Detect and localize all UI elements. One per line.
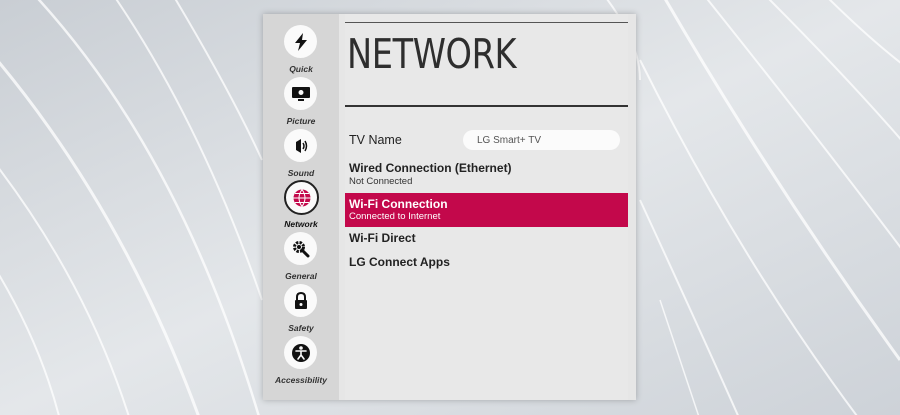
divider <box>345 105 628 107</box>
divider <box>345 22 628 23</box>
sidebar-item-safety[interactable]: Safety <box>263 284 339 336</box>
menu-item-title: LG Connect Apps <box>349 255 450 269</box>
tv-name-field[interactable] <box>463 130 620 150</box>
sidebar-item-network[interactable]: Network <box>263 180 339 232</box>
accessibility-icon <box>284 336 317 369</box>
sidebar-item-label: Picture <box>286 116 316 126</box>
sidebar-item-label: Sound <box>287 168 315 178</box>
sidebar-item-label: Quick <box>289 64 313 74</box>
sidebar-item-picture[interactable]: Picture <box>263 77 339 129</box>
tv-name-row: TV Name <box>349 128 628 152</box>
sidebar-item-label: Accessibility <box>275 375 327 385</box>
sidebar-item-accessibility[interactable]: Accessibility <box>263 336 339 388</box>
menu-item-status: Not Connected <box>349 176 413 187</box>
sound-icon <box>284 129 317 162</box>
sidebar-item-general[interactable]: General <box>263 232 339 284</box>
menu-item-status: Connected to Internet <box>349 211 441 222</box>
sidebar-item-label: Network <box>284 219 318 229</box>
settings-panel: Quick Picture Sound Network General Safe… <box>263 14 636 400</box>
tv-name-label: TV Name <box>349 133 402 147</box>
menu-item-lg-connect-apps[interactable]: LG Connect Apps <box>345 252 628 274</box>
sidebar-item-label: General <box>285 271 317 281</box>
lightning-icon <box>284 25 317 58</box>
gear-wrench-icon <box>284 232 317 265</box>
sidebar-item-label: Safety <box>288 323 314 333</box>
sidebar-item-sound[interactable]: Sound <box>263 129 339 181</box>
menu-item-title: Wi-Fi Connection <box>349 197 448 211</box>
sidebar-item-quick[interactable]: Quick <box>263 25 339 77</box>
picture-icon <box>284 77 317 110</box>
menu-item-title: Wired Connection (Ethernet) <box>349 161 512 175</box>
settings-sidebar: Quick Picture Sound Network General Safe… <box>263 14 339 400</box>
network-settings-content: NETWORK TV Name Wired Connection (Ethern… <box>345 14 628 400</box>
menu-item-title: Wi-Fi Direct <box>349 231 416 245</box>
menu-item-wifi-direct[interactable]: Wi-Fi Direct <box>345 228 628 250</box>
globe-icon <box>284 180 319 215</box>
page-title: NETWORK <box>347 30 517 78</box>
lock-icon <box>284 284 317 317</box>
menu-item-wifi-connection[interactable]: Wi-Fi Connection Connected to Internet <box>345 193 628 227</box>
menu-item-wired-connection[interactable]: Wired Connection (Ethernet) Not Connecte… <box>345 158 628 192</box>
